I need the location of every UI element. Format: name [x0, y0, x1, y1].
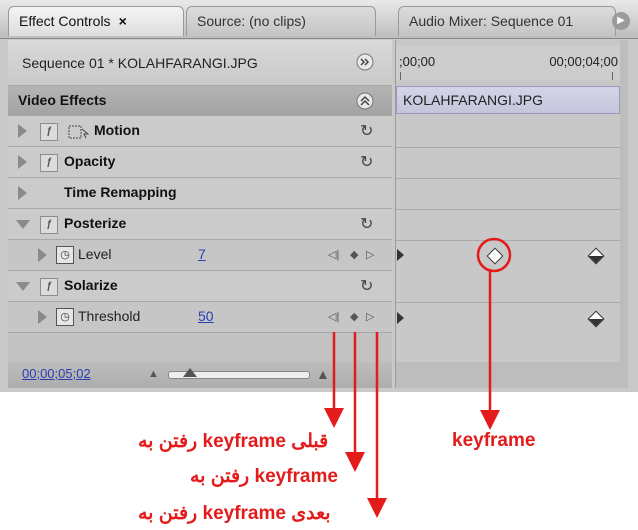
annotation-keyframe: keyframe	[452, 430, 536, 451]
annotation-next-keyframe: رفتن به keyframe بعدی	[138, 503, 331, 524]
annotation-prev-keyframe: رفتن به keyframe قبلی	[138, 431, 329, 452]
annotation-add-keyframe: رفتن به keyframe	[190, 466, 338, 487]
